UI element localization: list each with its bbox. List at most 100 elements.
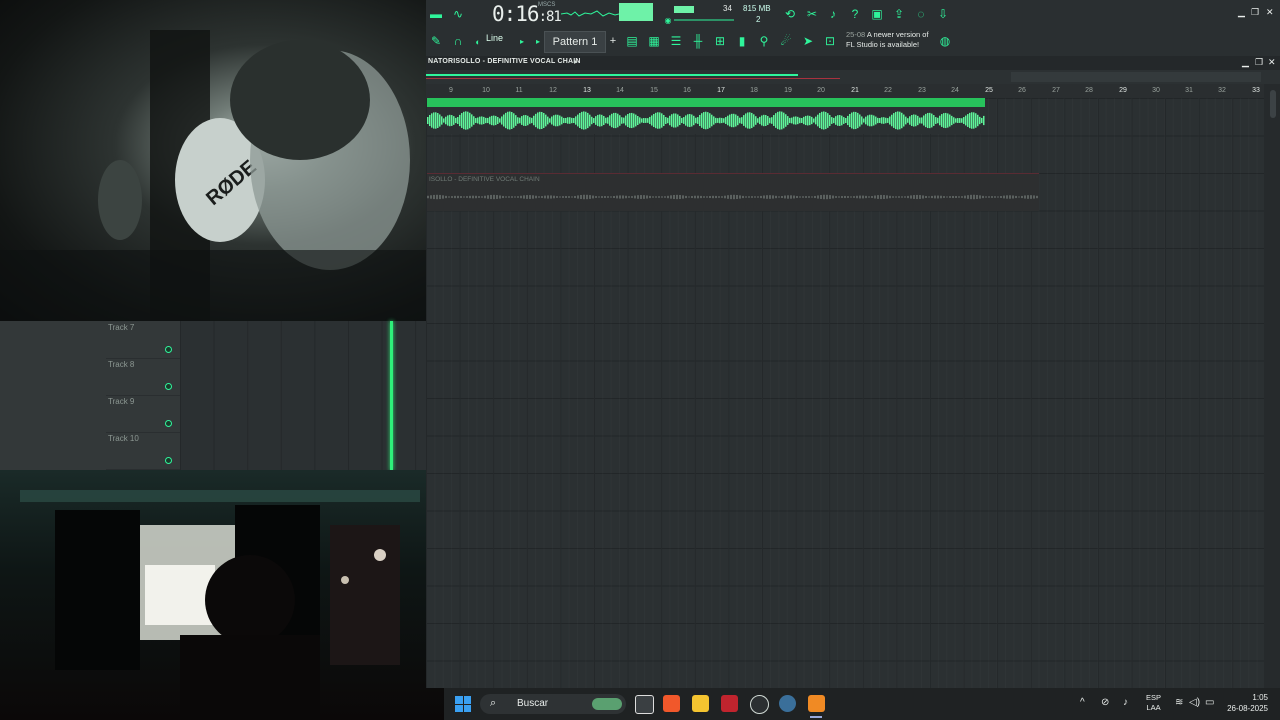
system-clock[interactable]: 1:05 26-08-2025 [1227,692,1268,714]
task-view-icon[interactable] [635,695,654,714]
brave-browser-icon[interactable] [663,695,680,712]
playlist-title[interactable]: NATORISOLLO - DEFINITIVE VOCAL CHAIN [428,58,581,65]
minimize-icon[interactable]: ▁ [1238,7,1245,18]
track-enable-led-icon[interactable] [165,346,172,353]
steam-icon[interactable] [750,695,769,714]
start-windows-icon[interactable] [455,696,471,712]
globe-icon[interactable]: ◍ [937,33,953,49]
fl-studio-taskbar-icon[interactable] [808,695,825,712]
fl-menu-icon[interactable]: ▬ [428,6,444,22]
waveform-sample [545,114,547,127]
track-header-9[interactable]: Track 9 [106,395,180,433]
track-enable-led-icon[interactable] [165,420,172,427]
undo-icon[interactable]: ⟲ [782,6,798,22]
restore-icon[interactable]: ❐ [1251,7,1259,18]
playlist-restore-icon[interactable]: ❐ [1255,57,1263,68]
track-lane-grid[interactable] [180,321,426,471]
waveform-sample [617,113,619,128]
waveform-sample [859,195,861,199]
add-pattern-icon[interactable]: + [605,33,621,49]
track-enable-led-icon[interactable] [165,457,172,464]
update-notice[interactable]: 25-08 A newer version of FL Studio is av… [846,30,946,50]
search-placeholder: Buscar [517,698,549,709]
playlist-icon[interactable]: ▤ [624,33,640,49]
microphone-icon[interactable]: ♪ [1123,697,1128,708]
track-header-8[interactable]: Track 8 [106,358,180,396]
export-icon[interactable]: ⇪ [891,6,907,22]
cut-icon[interactable]: ✂ [804,6,820,22]
waveform-sample [493,115,495,126]
waveform-sample [921,117,923,124]
close-icon[interactable]: ✕ [1266,7,1274,18]
waveform-sample [589,195,591,199]
mixer-icon[interactable]: ╫ [690,33,706,49]
waveform-sample [733,194,735,200]
playlist-minimize-icon[interactable]: ▁ [1242,57,1249,68]
playlist-close-icon[interactable]: ✕ [1268,57,1276,68]
waveform-sample [679,194,681,200]
pattern-selector[interactable]: Pattern 1 [544,31,606,53]
pencil-icon[interactable]: ✎ [428,33,444,49]
taskbar-search[interactable]: ⌕ Buscar [480,694,626,714]
audio-clip-waveform[interactable] [427,107,985,134]
piano-roll-icon[interactable]: ▦ [646,33,662,49]
save-icon[interactable]: ▣ [869,6,885,22]
track-header-10[interactable]: Track 10 [106,432,180,470]
magnet-icon[interactable]: ∩ [450,33,466,49]
ruler-tick: 29 [1119,87,1127,94]
waveform-sample [951,115,953,126]
waveform-sample [767,116,769,125]
vertical-scrollbar-thumb[interactable] [1270,90,1276,118]
waveform-sample [909,116,911,125]
waveform-sample [469,195,471,199]
download-icon[interactable]: ⇩ [935,6,951,22]
app-blue-icon[interactable] [779,695,796,712]
chevron-right-icon[interactable]: ▸ [514,33,530,49]
volume-icon[interactable]: ◁) [1189,697,1200,708]
waveform-sample [681,117,683,124]
help-icon[interactable]: ? [847,6,863,22]
wifi-icon[interactable]: ≋ [1175,697,1183,708]
waveform-sample [939,115,941,126]
waveform-sample [556,196,558,198]
channel-rack-icon[interactable]: ☰ [668,33,684,49]
master-volume-meter[interactable] [619,3,653,17]
clipboard-icon[interactable]: ▮ [734,33,750,49]
scroll-overview-green [426,74,798,76]
waveform-sample [820,195,822,199]
wave-icon[interactable]: ∿ [450,6,466,22]
waveform-sample [847,115,849,126]
polyphony-count: 2 [756,15,761,24]
scrollbar-thumb[interactable] [1011,72,1261,82]
tempo-tap-icon[interactable]: ☄ [778,33,794,49]
waveform-sample [886,195,888,199]
track-header-7[interactable]: Track 7 [106,321,180,359]
chat-icon[interactable]: ◌ [913,6,929,22]
horizontal-scrollbar[interactable] [426,70,1280,84]
waveform-sample [532,195,534,199]
audio-clip-muted[interactable]: ISOLLO - DEFINITIVE VOCAL CHAIN [427,173,1039,211]
audio-clip-header[interactable] [427,98,985,107]
scroll-overview-red [426,78,840,79]
app-red-icon[interactable] [721,695,738,712]
chevron-right-icon[interactable]: ▸ [574,57,578,66]
waveform-sample [757,196,759,198]
cart-icon[interactable]: ⊡ [822,33,838,49]
track-enable-led-icon[interactable] [165,383,172,390]
network-off-icon[interactable]: ⊘ [1101,697,1109,708]
browser-icon[interactable]: ⊞ [712,33,728,49]
snap-icon[interactable]: ◐ [470,34,486,50]
mic-icon[interactable]: ♪ [825,6,841,22]
waveform-sample [527,115,529,126]
playhead[interactable] [390,321,393,471]
chevron-up-icon[interactable]: ^ [1080,697,1085,708]
plugin-icon[interactable]: ⚲ [756,33,772,49]
waveform-sample [467,111,469,130]
vertical-scrollbar[interactable] [1267,84,1280,688]
waveform-sample [976,194,978,200]
language-indicator[interactable]: ESP LAA [1146,693,1161,713]
timeline-ruler[interactable]: 9 10 11 12 13 14 15 16 17 18 19 20 21 22… [426,84,1264,98]
file-explorer-icon[interactable] [692,695,709,712]
cable-icon[interactable]: ➤ [800,33,816,49]
battery-icon[interactable]: ▭ [1205,697,1214,708]
